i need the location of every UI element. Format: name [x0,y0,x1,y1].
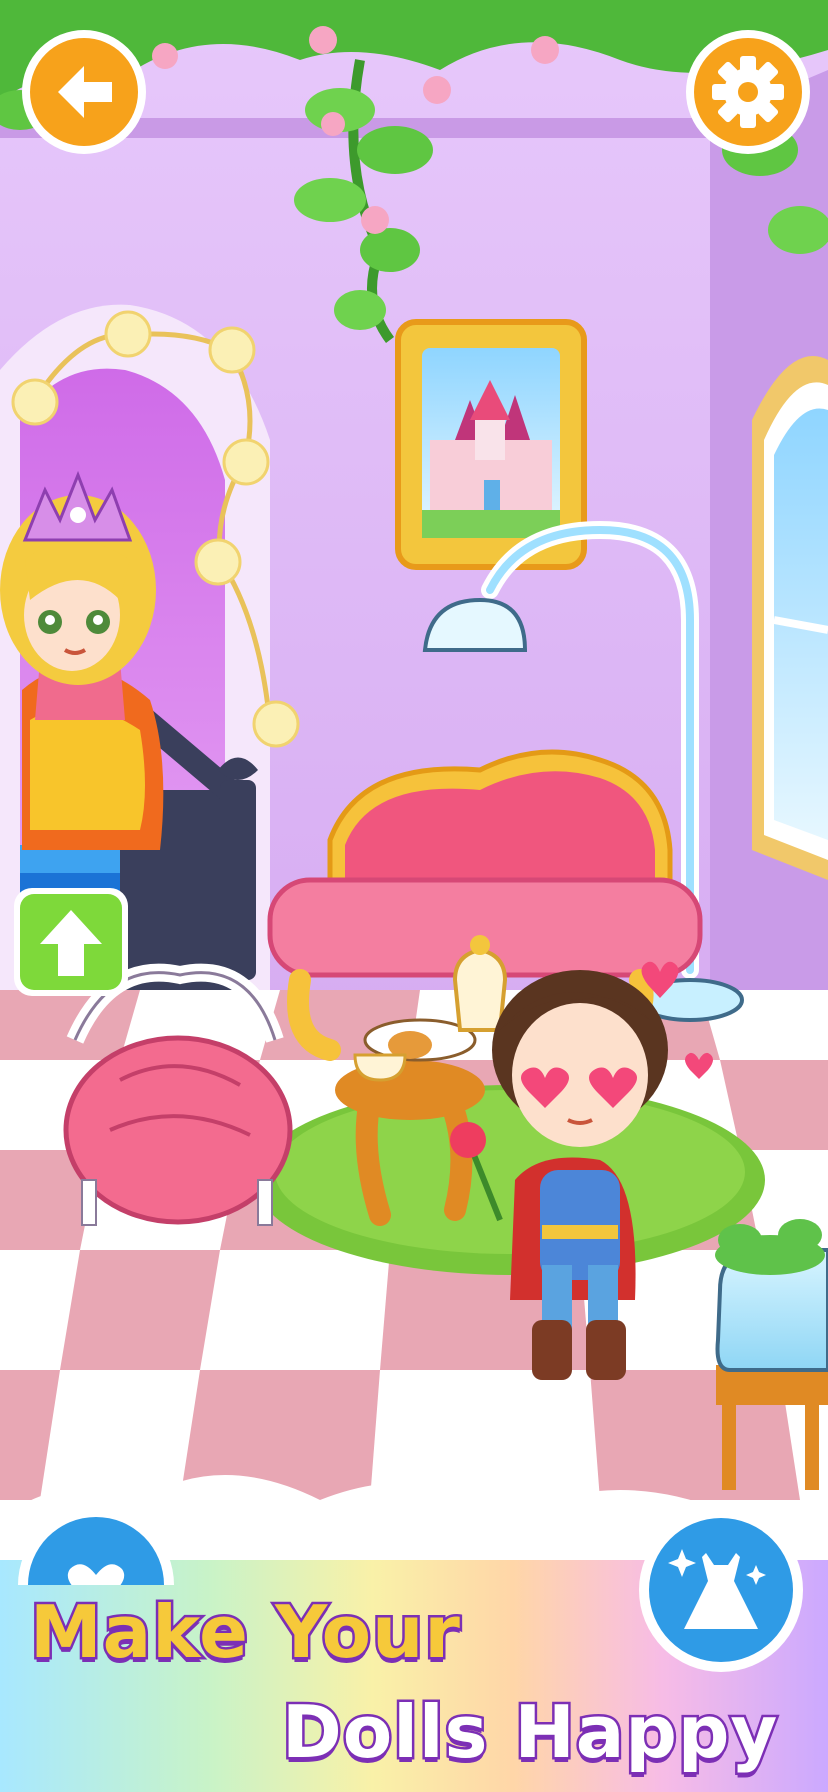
dress-icon [639,1508,803,1672]
wardrobe-button[interactable] [636,1505,806,1675]
side-window [752,356,828,880]
back-arrow-icon [22,30,146,154]
settings-button[interactable] [682,26,814,158]
favorites-button[interactable] [16,1505,176,1585]
headline-line-2: Dolls Happy [279,1688,779,1777]
gear-icon [686,30,810,154]
stairs-up-button[interactable] [12,886,130,998]
headline-line-1: Make Your [28,1588,463,1677]
back-button[interactable] [18,26,150,158]
heart-icon [18,1507,174,1585]
up-arrow-icon [14,888,128,996]
